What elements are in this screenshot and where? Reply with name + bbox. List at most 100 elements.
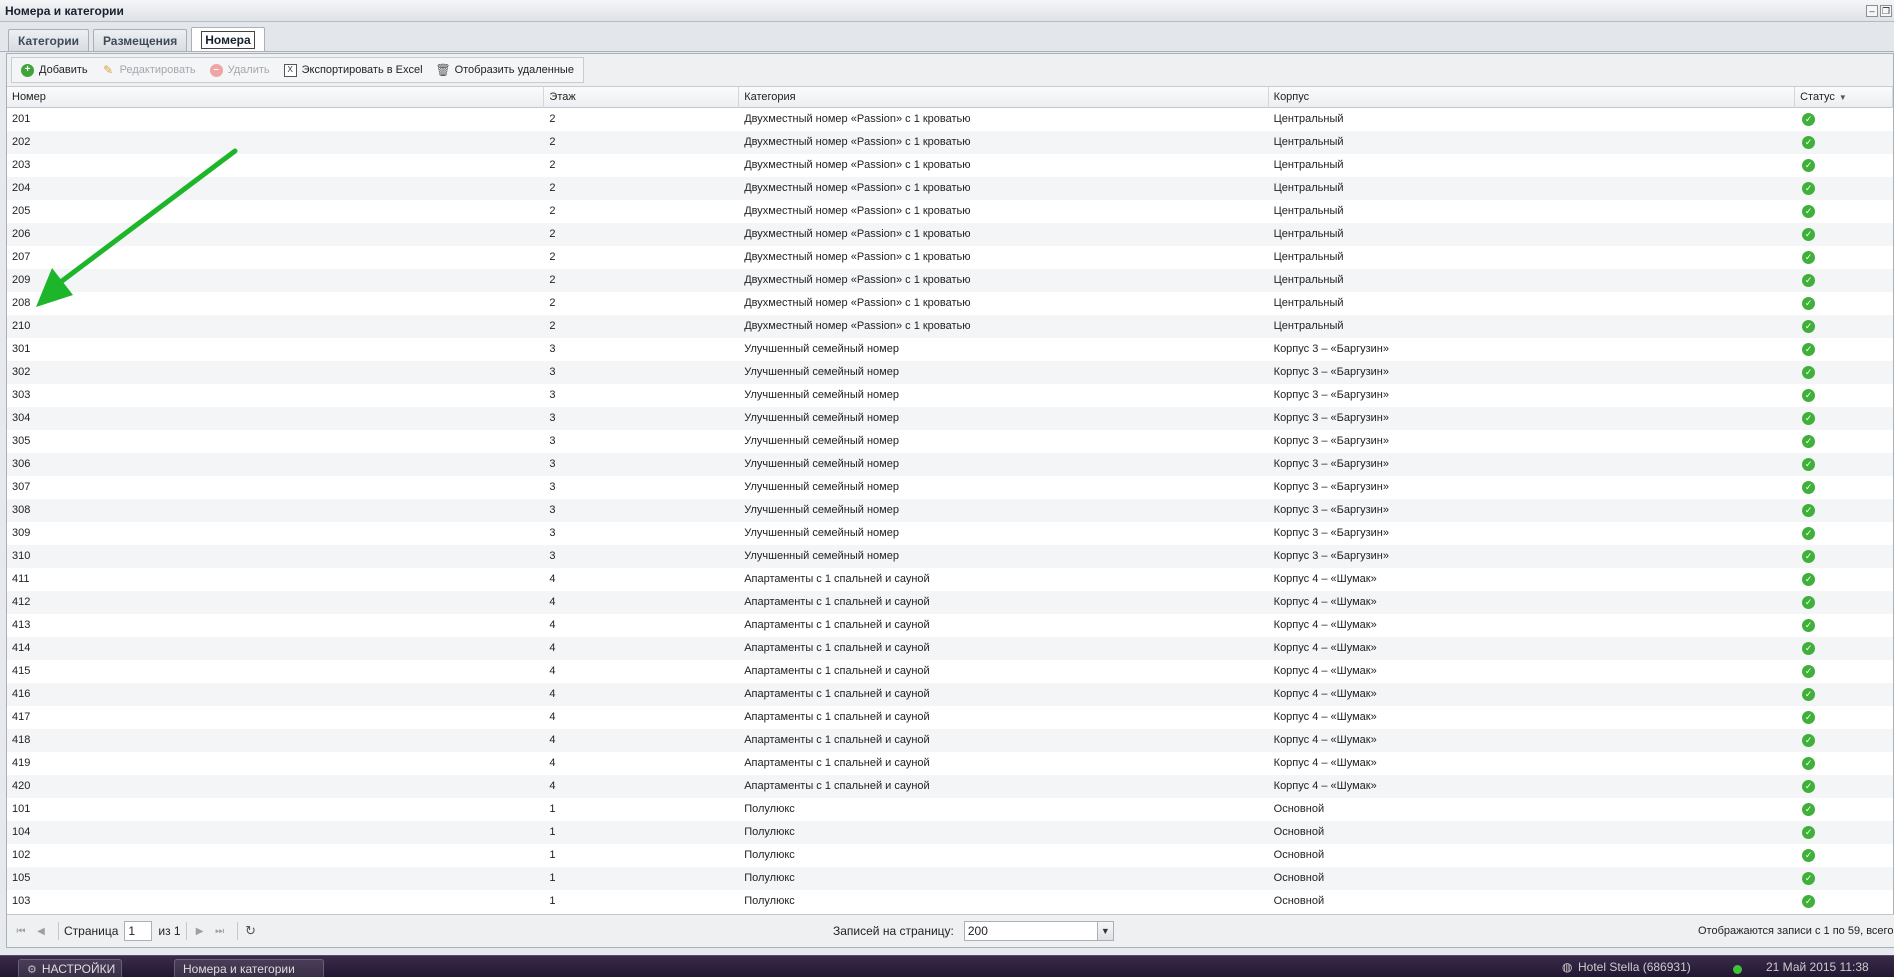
cell-category: Полулюкс (744, 826, 795, 838)
table-row[interactable]: 412 4 Апартаменты с 1 спальней и сауной Кор… (7, 591, 1893, 614)
table-row[interactable]: 201 2 Двухместный номер «Passion» с 1 кров… (7, 108, 1893, 131)
column-header-category-label: Категория (744, 91, 796, 103)
column-header-status[interactable]: Статус ▼ (1795, 87, 1893, 108)
cell-status: ✓ (1795, 683, 1893, 706)
last-page-icon[interactable]: ⏭ (212, 923, 228, 939)
cell-floor: 1 (549, 895, 556, 907)
table-row[interactable]: 420 4 Апартаменты с 1 спальней и сауной Кор… (7, 775, 1893, 798)
cell-status: ✓ (1795, 568, 1893, 591)
cell-building: Корпус 3 – «Баргузин» (1273, 412, 1390, 424)
table-row[interactable]: 413 4 Апартаменты с 1 спальней и сауной Кор… (7, 614, 1893, 637)
taskbar-window-button[interactable]: Номера и категории (174, 959, 324, 977)
column-header-number[interactable]: Номер (7, 87, 545, 108)
table-row[interactable]: 414 4 Апартаменты с 1 спальней и сауной Кор… (7, 637, 1893, 660)
table-row[interactable]: 308 3 Улучшенный семейный номер Корпус 3 – … (7, 499, 1893, 522)
table-row[interactable]: 103 1 Полулюкс Основной ✓ (7, 890, 1893, 908)
edit-button[interactable]: ✎ Редактировать (96, 59, 202, 81)
table-row[interactable]: 104 1 Полулюкс Основной ✓ (7, 821, 1893, 844)
checkmark-icon: ✓ (1802, 182, 1816, 195)
delete-button[interactable]: – Удалить (204, 59, 276, 81)
table-row[interactable]: 202 2 Двухместный номер «Passion» с 1 кров… (7, 131, 1893, 154)
table-row[interactable]: 417 4 Апартаменты с 1 спальней и сауной Кор… (7, 706, 1893, 729)
table-row[interactable]: 309 3 Улучшенный семейный номер Корпус 3 – … (7, 522, 1893, 545)
table-row[interactable]: 209 2 Двухместный номер «Passion» с 1 кров… (7, 269, 1893, 292)
table-row[interactable]: 306 3 Улучшенный семейный номер Корпус 3 – … (7, 453, 1893, 476)
refresh-icon[interactable]: ↻ (243, 923, 259, 939)
tab-categories[interactable]: Категории (8, 29, 89, 51)
per-page-select[interactable]: 200 ▼ (963, 921, 1114, 941)
column-header-category[interactable]: Категория (739, 87, 1269, 108)
edit-icon: ✎ (103, 63, 114, 77)
table-row[interactable]: 305 3 Улучшенный семейный номер Корпус 3 – … (7, 430, 1893, 453)
cell-number: 204 (12, 182, 31, 194)
cell-category: Улучшенный семейный номер (744, 504, 899, 516)
checkmark-icon: ✓ (1802, 803, 1816, 816)
table-row[interactable]: 301 3 Улучшенный семейный номер Корпус 3 – … (7, 338, 1893, 361)
toolbar: + Добавить ✎ Редактировать – Удалить X Э… (7, 54, 1893, 87)
checkmark-icon: ✓ (1802, 596, 1816, 609)
table-row[interactable]: 415 4 Апартаменты с 1 спальней и сауной Кор… (7, 660, 1893, 683)
first-page-icon[interactable]: ⏮ (13, 923, 29, 939)
cell-building: Корпус 4 – «Шумак» (1273, 734, 1377, 746)
cell-status: ✓ (1795, 522, 1893, 545)
minimize-button[interactable]: – (1866, 4, 1878, 17)
checkmark-icon: ✓ (1802, 642, 1816, 655)
table-row[interactable]: 419 4 Апартаменты с 1 спальней и сауной Кор… (7, 752, 1893, 775)
next-page-icon[interactable]: ▶ (192, 923, 208, 939)
cell-status: ✓ (1795, 430, 1893, 453)
restore-button[interactable]: ❐ (1880, 4, 1892, 17)
table-row[interactable]: 310 3 Улучшенный семейный номер Корпус 3 – … (7, 545, 1893, 568)
table-row[interactable]: 208 2 Двухместный номер «Passion» с 1 кров… (7, 292, 1893, 315)
checkmark-icon: ✓ (1802, 619, 1816, 632)
prev-page-icon[interactable]: ◀ (33, 923, 49, 939)
column-header-status-label: Статус (1800, 91, 1835, 103)
cell-category: Полулюкс (744, 895, 795, 907)
show-deleted-button[interactable]: 🗑 Отобразить удаленные (431, 59, 580, 81)
table-row[interactable]: 205 2 Двухместный номер «Passion» с 1 кров… (7, 200, 1893, 223)
cell-category: Двухместный номер «Passion» с 1 кроватью (744, 251, 971, 263)
checkmark-icon: ✓ (1802, 228, 1816, 241)
table-row[interactable]: 206 2 Двухместный номер «Passion» с 1 кров… (7, 223, 1893, 246)
cell-building: Основной (1273, 895, 1325, 907)
cell-number: 206 (12, 228, 31, 240)
cell-status: ✓ (1795, 453, 1893, 476)
main-window: Номера и категории – ❐ Категории Размеще… (0, 0, 1894, 955)
taskbar-settings-button[interactable]: ⚙ НАСТРОЙКИ (18, 959, 122, 977)
column-header-building[interactable]: Корпус (1269, 87, 1796, 108)
column-header-number-label: Номер (12, 91, 46, 103)
table-row[interactable]: 203 2 Двухместный номер «Passion» с 1 кров… (7, 154, 1893, 177)
table-row[interactable]: 307 3 Улучшенный семейный номер Корпус 3 – … (7, 476, 1893, 499)
online-status-icon (1733, 965, 1742, 974)
gear-icon: ⚙ (27, 964, 37, 976)
table-row[interactable]: 418 4 Апартаменты с 1 спальней и сауной Кор… (7, 729, 1893, 752)
cell-building: Корпус 4 – «Шумак» (1273, 711, 1377, 723)
add-button[interactable]: + Добавить (15, 59, 94, 81)
table-row[interactable]: 303 3 Улучшенный семейный номер Корпус 3 – … (7, 384, 1893, 407)
cell-category: Улучшенный семейный номер (744, 481, 899, 493)
cell-status: ✓ (1795, 821, 1893, 844)
table-row[interactable]: 302 3 Улучшенный семейный номер Корпус 3 – … (7, 361, 1893, 384)
cell-building: Центральный (1273, 182, 1344, 194)
table-row[interactable]: 101 1 Полулюкс Основной ✓ (7, 798, 1893, 821)
excel-icon: X (283, 63, 297, 77)
cell-number: 420 (12, 780, 31, 792)
tab-rooms[interactable]: Номера (191, 27, 265, 51)
table-row[interactable]: 210 2 Двухместный номер «Passion» с 1 кров… (7, 315, 1893, 338)
cell-building: Центральный (1273, 205, 1344, 217)
column-header-floor[interactable]: Этаж (544, 87, 740, 108)
cell-building: Корпус 4 – «Шумак» (1273, 665, 1377, 677)
table-row[interactable]: 105 1 Полулюкс Основной ✓ (7, 867, 1893, 890)
table-row[interactable]: 411 4 Апартаменты с 1 спальней и сауной Кор… (7, 568, 1893, 591)
table-row[interactable]: 204 2 Двухместный номер «Passion» с 1 кров… (7, 177, 1893, 200)
export-excel-button[interactable]: X Экспортировать в Excel (278, 59, 429, 81)
table-row[interactable]: 304 3 Улучшенный семейный номер Корпус 3 – … (7, 407, 1893, 430)
tab-placements[interactable]: Размещения (92, 29, 188, 51)
table-row[interactable]: 207 2 Двухместный номер «Passion» с 1 кров… (7, 246, 1893, 269)
cell-floor: 2 (549, 182, 556, 194)
table-row[interactable]: 102 1 Полулюкс Основной ✓ (7, 844, 1893, 867)
page-number-input[interactable]: 1 (124, 921, 153, 941)
cell-status: ✓ (1795, 476, 1893, 499)
cell-floor: 4 (549, 642, 556, 654)
chevron-down-icon[interactable]: ▼ (1096, 922, 1113, 940)
table-row[interactable]: 416 4 Апартаменты с 1 спальней и сауной Кор… (7, 683, 1893, 706)
